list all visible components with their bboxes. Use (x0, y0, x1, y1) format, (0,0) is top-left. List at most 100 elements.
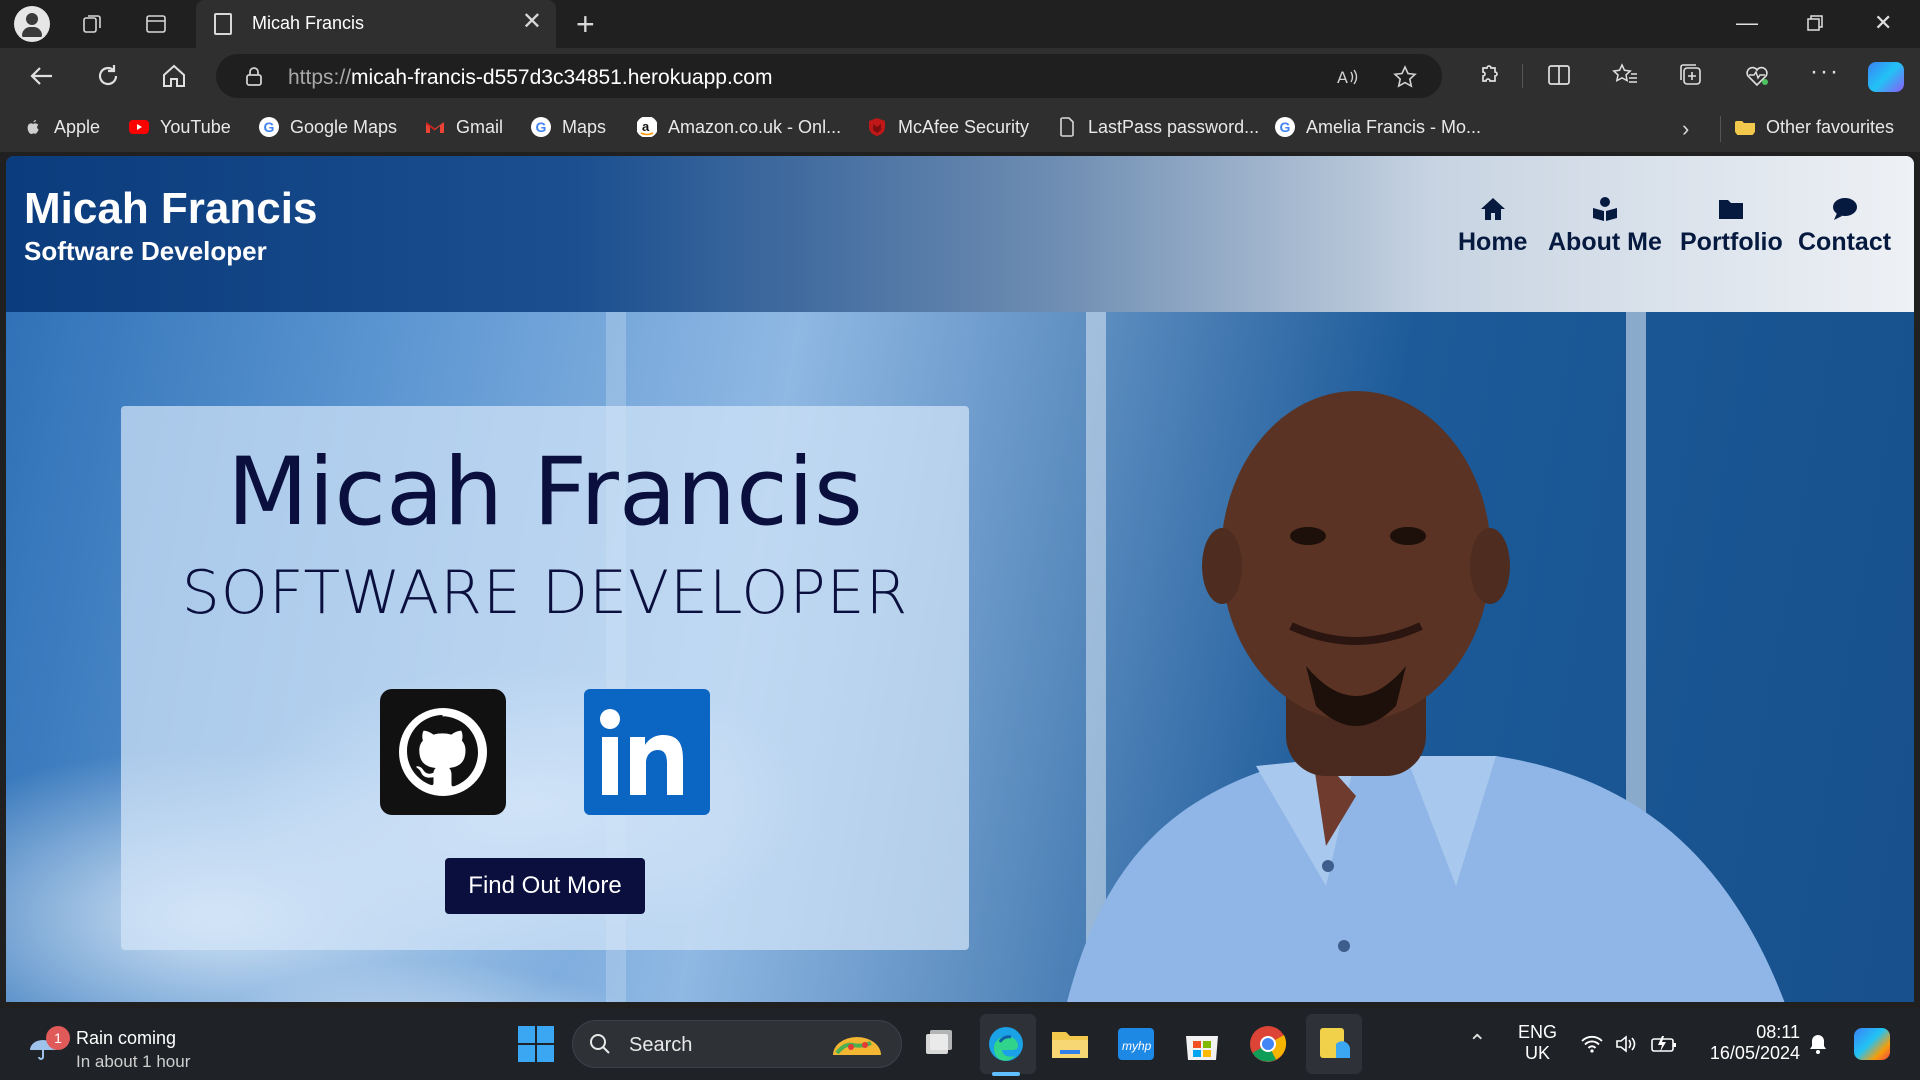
weather-subtitle: In about 1 hour (76, 1052, 191, 1071)
github-link[interactable] (380, 689, 506, 815)
clock[interactable]: 08:11 16/05/2024 (1700, 1022, 1800, 1064)
sticky-notes-icon[interactable] (1312, 1022, 1356, 1066)
toolbar-divider (1522, 64, 1523, 88)
show-hidden-icons-icon[interactable]: ⌃ (1468, 1030, 1486, 1056)
gmail-icon (426, 122, 444, 133)
home-icon (1480, 198, 1505, 220)
notifications-bell-icon[interactable] (1806, 1032, 1830, 1056)
favorites-icon[interactable] (1610, 60, 1640, 90)
google-icon: G (1275, 117, 1295, 137)
file-explorer-icon[interactable] (1048, 1022, 1092, 1066)
other-favourites[interactable]: Other favourites (1734, 116, 1894, 138)
wifi-icon[interactable] (1580, 1034, 1604, 1054)
microsoft-store-icon[interactable] (1180, 1022, 1224, 1066)
bookmark-lastpass[interactable]: LastPass password... (1056, 116, 1259, 138)
profile-avatar-icon[interactable] (14, 6, 50, 42)
portrait-photo (1067, 391, 1785, 1002)
myhp-icon[interactable]: myhp (1114, 1022, 1158, 1066)
nav-home[interactable]: Home (1458, 196, 1527, 257)
nav-about-me-label: About Me (1548, 228, 1662, 256)
lang-region: UK (1525, 1043, 1551, 1063)
notification-badge: 1 (46, 1026, 70, 1050)
clock-time: 08:11 (1756, 1022, 1800, 1042)
taskbar-search[interactable]: Search (572, 1020, 902, 1068)
lang-code: ENG (1518, 1022, 1558, 1042)
workspaces-icon[interactable] (80, 12, 104, 36)
bookmark-mcafee[interactable]: McAfee Security (866, 116, 1029, 138)
bookmark-gmail[interactable]: Gmail (424, 116, 503, 138)
chevron-right-icon[interactable]: › (1682, 116, 1689, 142)
bookmark-label: Amazon.co.uk - Onl... (668, 116, 842, 137)
bookmark-apple[interactable]: Apple (22, 116, 100, 138)
lock-icon[interactable] (244, 66, 264, 86)
more-options-icon[interactable]: ··· (1810, 58, 1840, 86)
hero-card: Micah Francis SOFTWARE DEVELOPER Find Ou… (121, 406, 969, 950)
minimize-icon[interactable]: — (1736, 10, 1758, 36)
clock-date: 16/05/2024 (1709, 1043, 1800, 1063)
svg-text:G: G (264, 119, 275, 135)
active-tab[interactable]: Micah Francis ✕ (196, 0, 556, 48)
nav-contact[interactable]: Contact (1798, 196, 1891, 257)
copilot-taskbar-icon[interactable] (1854, 1028, 1890, 1060)
new-tab-button[interactable]: + (576, 6, 595, 42)
browser-essentials-icon[interactable] (1742, 60, 1772, 90)
url-scheme: https:// (288, 66, 352, 89)
nav-portfolio[interactable]: Portfolio (1680, 196, 1783, 257)
volume-icon[interactable] (1614, 1034, 1638, 1054)
bookmark-label: Amelia Francis - Mo... (1306, 116, 1482, 137)
search-label: Search (629, 1034, 693, 1056)
task-view-icon[interactable] (916, 1022, 960, 1066)
hero-role: SOFTWARE DEVELOPER (181, 558, 909, 628)
bookmark-google-maps[interactable]: G Google Maps (258, 116, 397, 138)
edge-browser-icon[interactable] (984, 1022, 1028, 1066)
chrome-icon[interactable] (1246, 1022, 1290, 1066)
bookmark-label: Gmail (456, 116, 504, 137)
collections-icon[interactable] (1676, 60, 1706, 90)
svg-text:G: G (1280, 119, 1291, 135)
page-icon (1060, 117, 1074, 137)
page-viewport: Micah Francis Software Developer Home Ab… (6, 156, 1914, 1002)
page-icon (214, 13, 232, 35)
favorite-star-icon[interactable] (1392, 64, 1418, 90)
browser-toolbar: https://micah-francis-d557d3c34851.herok… (0, 48, 1920, 104)
brand-subtitle: Software Developer (24, 236, 267, 266)
close-tab-icon[interactable]: ✕ (522, 10, 542, 34)
bookmark-maps[interactable]: G Maps (530, 116, 606, 138)
read-aloud-icon[interactable]: A (1334, 64, 1360, 90)
google-icon: G (531, 117, 551, 137)
amazon-icon: a (637, 117, 657, 137)
bookmark-label: LastPass password... (1088, 116, 1260, 137)
windows-start-icon[interactable] (514, 1022, 558, 1066)
nav-portfolio-label: Portfolio (1680, 228, 1783, 256)
bookmark-label: YouTube (160, 116, 231, 137)
bookmark-youtube[interactable]: YouTube (128, 116, 231, 138)
search-icon (590, 1034, 610, 1054)
back-icon[interactable] (26, 60, 58, 92)
tab-actions-icon[interactable] (144, 12, 168, 36)
find-out-more-button[interactable]: Find Out More (445, 858, 645, 914)
home-icon[interactable] (158, 60, 190, 92)
linkedin-link[interactable] (584, 689, 710, 815)
address-bar[interactable]: https://micah-francis-d557d3c34851.herok… (216, 54, 1442, 98)
nav-about-me[interactable]: About Me (1548, 196, 1662, 257)
bookmark-label: Maps (562, 116, 607, 137)
bookmarks-divider (1720, 116, 1721, 142)
restore-icon[interactable] (1806, 14, 1824, 32)
google-icon: G (259, 117, 279, 137)
close-window-icon[interactable]: ✕ (1874, 10, 1892, 36)
url-text[interactable]: https://micah-francis-d557d3c34851.herok… (288, 66, 772, 90)
split-screen-icon[interactable] (1544, 60, 1574, 90)
bookmark-label: Apple (54, 116, 101, 137)
battery-icon[interactable] (1650, 1034, 1678, 1054)
linkedin-icon (600, 709, 683, 795)
bookmark-label: McAfee Security (898, 116, 1030, 137)
bookmark-amelia-francis[interactable]: G Amelia Francis - Mo... (1274, 116, 1481, 138)
bookmark-amazon[interactable]: a Amazon.co.uk - Onl... (636, 116, 841, 138)
bookmark-label: Google Maps (290, 116, 398, 137)
extensions-icon[interactable] (1474, 60, 1504, 90)
copilot-icon[interactable] (1868, 62, 1904, 92)
svg-text:myhp: myhp (1122, 1039, 1152, 1053)
language-indicator[interactable]: ENG UK (1518, 1022, 1557, 1064)
refresh-icon[interactable] (92, 60, 124, 92)
brand-title[interactable]: Micah Francis (24, 184, 317, 234)
